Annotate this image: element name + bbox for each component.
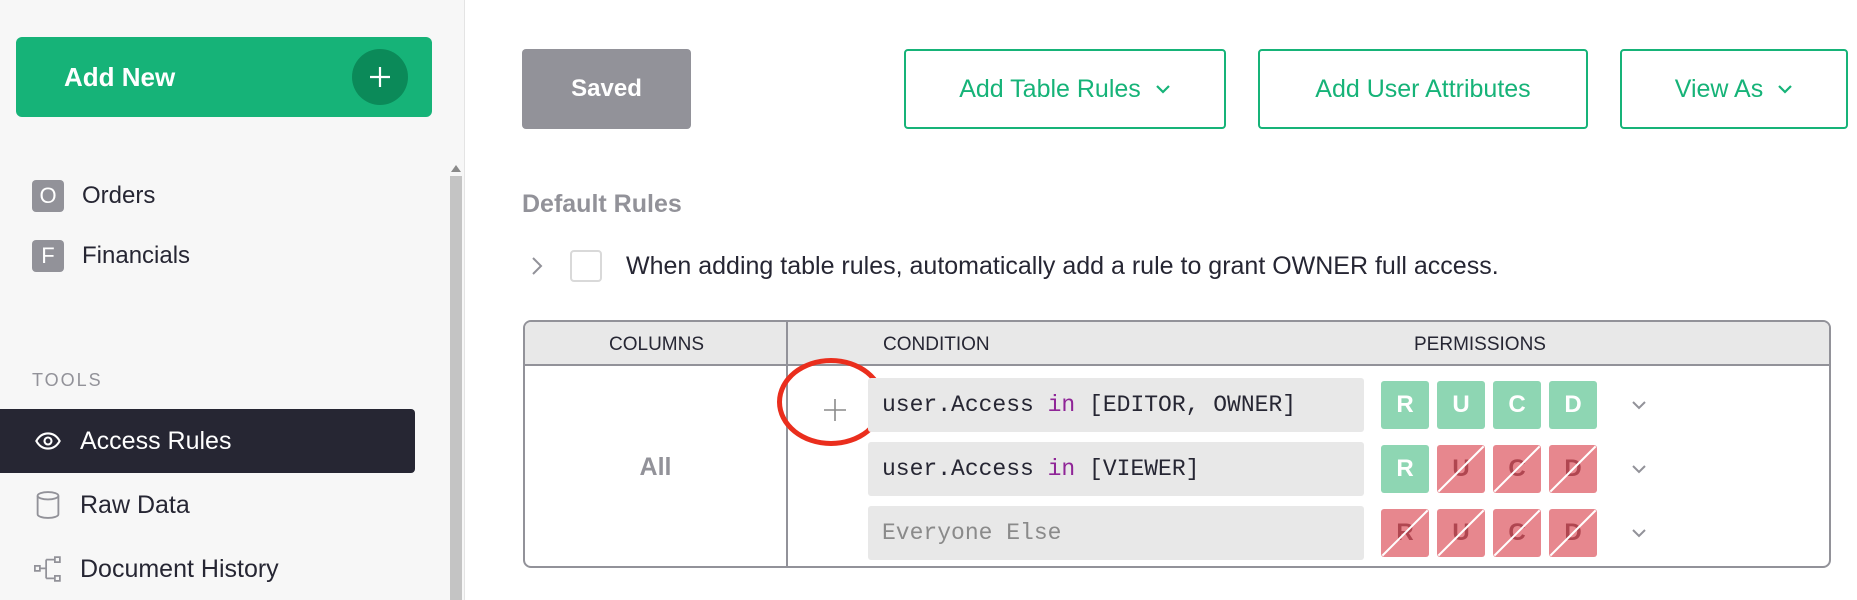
header-permissions: PERMISSIONS <box>1414 334 1546 355</box>
permission-update[interactable]: U <box>1437 381 1485 429</box>
default-rule-owner-row: When adding table rules, automatically a… <box>522 250 1499 282</box>
condition-text: [VIEWER] <box>1089 456 1200 482</box>
plus-icon <box>352 49 408 105</box>
sidebar-item-access-rules[interactable]: Access Rules <box>0 409 415 473</box>
add-user-attributes-button[interactable]: Add User Attributes <box>1258 49 1588 129</box>
add-user-attributes-label: Add User Attributes <box>1315 74 1531 103</box>
sidebar: Add New O Orders F Financials TOOLS Acce… <box>0 0 465 600</box>
permission-update[interactable]: U <box>1437 509 1485 557</box>
condition-field[interactable]: user.Access in [VIEWER] <box>868 442 1364 496</box>
chevron-down-icon[interactable] <box>1627 521 1651 545</box>
permission-delete[interactable]: D <box>1549 445 1597 493</box>
permission-read[interactable]: R <box>1381 445 1429 493</box>
owner-access-checkbox[interactable] <box>570 250 602 282</box>
permission-read[interactable]: R <box>1381 381 1429 429</box>
saved-button[interactable]: Saved <box>522 49 691 129</box>
permission-delete[interactable]: D <box>1549 381 1597 429</box>
condition-keyword: in <box>1047 456 1076 482</box>
scroll-up-arrow[interactable] <box>451 165 461 172</box>
condition-keyword: in <box>1047 392 1076 418</box>
condition-text: [EDITOR, OWNER] <box>1089 392 1297 418</box>
page-badge: O <box>32 180 64 212</box>
sidebar-item-label: Access Rules <box>80 426 232 455</box>
table-header: COLUMNS CONDITION PERMISSIONS <box>525 322 1829 366</box>
permission-create[interactable]: C <box>1493 381 1541 429</box>
tools-section-label: TOOLS <box>32 370 103 390</box>
permissions-group: R U C D <box>1381 445 1605 493</box>
add-new-label: Add New <box>64 61 176 92</box>
header-columns: COLUMNS <box>609 334 705 355</box>
permissions-group: R U C D <box>1381 381 1605 429</box>
sidebar-item-label: Orders <box>82 182 156 209</box>
chevron-down-icon[interactable] <box>1627 393 1651 417</box>
condition-text: user.Access <box>882 456 1034 482</box>
sidebar-item-orders[interactable]: O Orders <box>32 180 155 212</box>
chevron-down-icon[interactable] <box>1627 457 1651 481</box>
add-table-rules-label: Add Table Rules <box>959 74 1141 103</box>
sidebar-scrollbar-thumb[interactable] <box>450 176 462 600</box>
header-condition: CONDITION <box>883 334 990 355</box>
page-badge: F <box>32 240 64 272</box>
eye-icon <box>32 425 64 457</box>
view-as-label: View As <box>1674 74 1764 103</box>
add-table-rules-button[interactable]: Add Table Rules <box>904 49 1226 129</box>
default-rules-title: Default Rules <box>522 190 682 218</box>
sidebar-item-document-history[interactable]: Document History <box>0 537 415 600</box>
condition-text: user.Access <box>882 392 1034 418</box>
permission-delete[interactable]: D <box>1549 509 1597 557</box>
permissions-group: R U C D <box>1381 509 1605 557</box>
sidebar-item-financials[interactable]: F Financials <box>32 240 190 272</box>
permission-update[interactable]: U <box>1437 445 1485 493</box>
permission-create[interactable]: C <box>1493 509 1541 557</box>
chevron-right-icon[interactable] <box>522 256 552 276</box>
view-as-button[interactable]: View As <box>1620 49 1848 129</box>
rules-table: COLUMNS CONDITION PERMISSIONS All user.A… <box>523 320 1831 568</box>
permission-create[interactable]: C <box>1493 445 1541 493</box>
condition-field-everyone-else[interactable]: Everyone Else <box>868 506 1364 560</box>
owner-access-text: When adding table rules, automatically a… <box>626 251 1499 280</box>
sidebar-item-label: Document History <box>80 554 279 583</box>
sidebar-item-label: Raw Data <box>80 490 190 519</box>
chevron-down-icon <box>1155 84 1171 94</box>
permission-read[interactable]: R <box>1381 509 1429 557</box>
add-new-button[interactable]: Add New <box>16 37 432 117</box>
condition-field[interactable]: user.Access in [EDITOR, OWNER] <box>868 378 1364 432</box>
sidebar-item-label: Financials <box>82 242 191 269</box>
chevron-down-icon <box>1777 84 1793 94</box>
column-divider <box>786 322 788 566</box>
sidebar-item-raw-data[interactable]: Raw Data <box>0 473 415 537</box>
columns-value[interactable]: All <box>525 366 786 566</box>
database-icon <box>32 489 64 521</box>
history-icon <box>32 553 64 585</box>
